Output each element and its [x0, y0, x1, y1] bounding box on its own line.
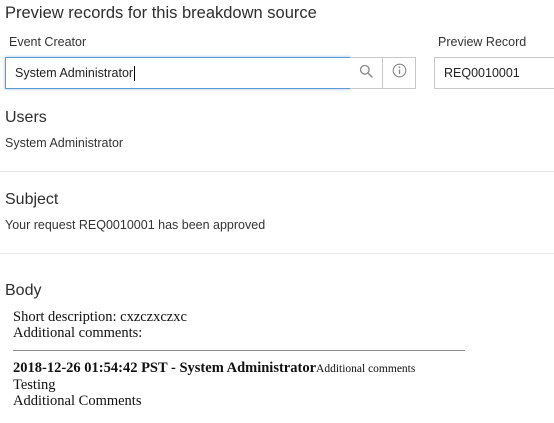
subject-value: Your request REQ0010001 has been approve… [5, 218, 266, 232]
event-creator-input[interactable]: System Administrator [5, 57, 351, 89]
users-heading: Users [5, 109, 47, 126]
journal-entry-kind: Additional comments [316, 363, 416, 375]
additional-comments-label: Additional comments: [13, 325, 143, 341]
journal-entry-header: 2018-12-26 01:54:42 PST - System Adminis… [13, 360, 465, 377]
body-preview: Short description: cxzczxczxc Additional… [13, 309, 465, 409]
search-icon [359, 64, 373, 83]
reference-info-button[interactable] [383, 57, 416, 89]
journal-line: Testing [13, 377, 56, 393]
lookup-search-button[interactable] [350, 57, 383, 89]
text-caret [134, 66, 136, 82]
event-creator-label: Event Creator [9, 35, 87, 49]
section-divider [0, 253, 554, 254]
page-title: Preview records for this breakdown sourc… [5, 4, 317, 22]
users-value: System Administrator [5, 136, 124, 150]
body-heading: Body [5, 282, 42, 299]
preview-record-input[interactable]: REQ0010001 [434, 57, 554, 89]
journal-line: Additional Comments [13, 393, 142, 409]
event-creator-value: System Administrator [15, 66, 134, 80]
journal-divider [13, 350, 465, 351]
preview-record-label: Preview Record [438, 35, 527, 49]
short-description-line: Short description: cxzczxczxc [13, 309, 187, 325]
info-icon [392, 63, 407, 83]
section-divider [0, 171, 554, 172]
journal-entry-stamp: 2018-12-26 01:54:42 PST - System Adminis… [13, 360, 317, 376]
subject-heading: Subject [5, 191, 59, 208]
preview-record-value: REQ0010001 [444, 66, 520, 80]
